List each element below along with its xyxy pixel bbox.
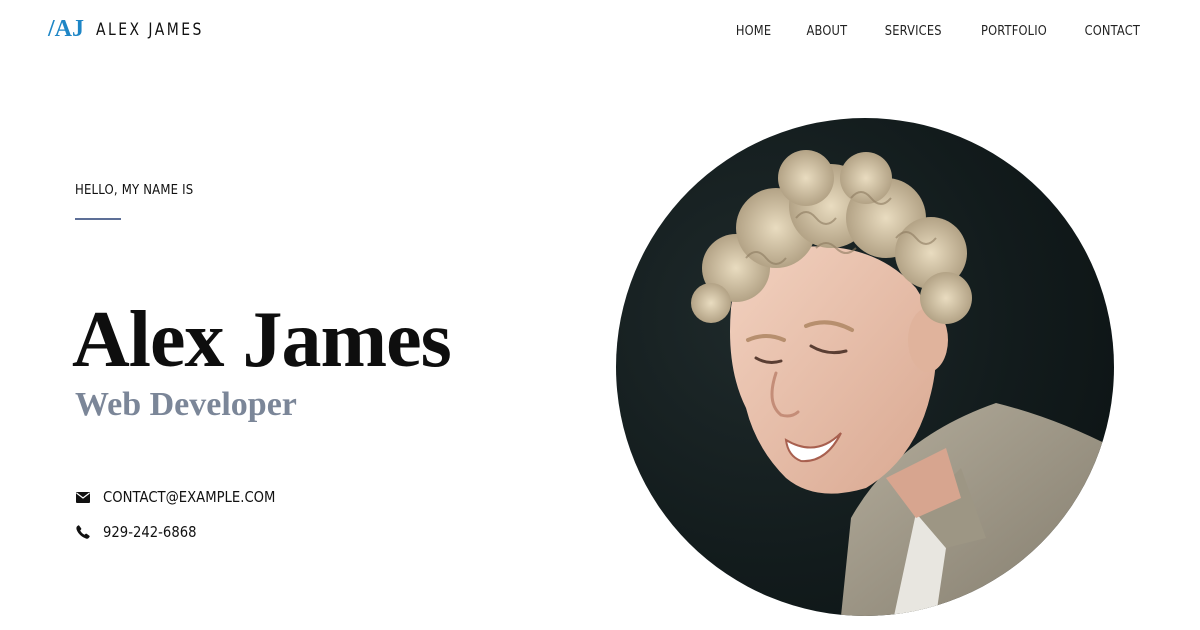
phone-icon [75, 525, 90, 540]
hero-greeting: HELLO, MY NAME IS [75, 183, 194, 198]
nav-about[interactable]: ABOUT [807, 24, 848, 39]
nav-contact[interactable]: CONTACT [1085, 24, 1140, 39]
contact-phone-row[interactable]: 929-242-6868 [75, 523, 209, 541]
nav-home[interactable]: HOME [736, 24, 771, 39]
envelope-icon [75, 490, 90, 505]
main-nav: HOME ABOUT SERVICES PORTFOLIO CONTACT [701, 24, 1140, 39]
contact-email[interactable]: CONTACT@EXAMPLE.COM [103, 488, 275, 506]
contact-phone[interactable]: 929-242-6868 [103, 523, 197, 541]
contact-email-row[interactable]: CONTACT@EXAMPLE.COM [75, 488, 299, 506]
greeting-divider [75, 218, 121, 220]
profile-photo-illustration [691, 150, 1114, 616]
logo-mark: /AJ [48, 16, 84, 42]
site-logo[interactable]: /AJ ALEX JAMES [48, 16, 227, 43]
hero-name: Alex James [72, 296, 452, 384]
nav-portfolio[interactable]: PORTFOLIO [981, 24, 1047, 39]
hero-role: Web Developer [75, 386, 297, 423]
profile-photo [616, 118, 1114, 616]
logo-text: ALEX JAMES [96, 19, 204, 40]
nav-services[interactable]: SERVICES [885, 24, 942, 39]
